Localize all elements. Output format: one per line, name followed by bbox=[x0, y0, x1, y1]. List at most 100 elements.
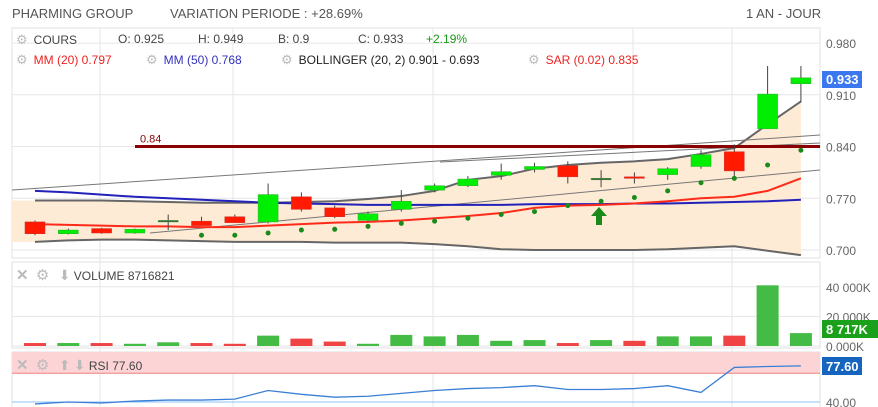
sar-dot bbox=[631, 195, 637, 201]
candle bbox=[224, 216, 246, 223]
sar-dot bbox=[265, 230, 271, 236]
high-value: H: 0.949 bbox=[198, 32, 244, 46]
volume-bar bbox=[656, 336, 679, 346]
low-value: B: 0.9 bbox=[278, 32, 310, 46]
candle bbox=[157, 220, 179, 223]
candle bbox=[391, 200, 412, 210]
candle bbox=[524, 166, 545, 170]
sar-dot bbox=[232, 232, 238, 238]
candle bbox=[490, 171, 512, 176]
candle bbox=[690, 154, 712, 167]
candle bbox=[124, 229, 146, 234]
volume-last-label: 8 717K bbox=[826, 322, 869, 337]
candle bbox=[91, 228, 112, 234]
sar-dot bbox=[532, 209, 537, 215]
volume-bar bbox=[290, 338, 313, 346]
sar-dot bbox=[432, 218, 438, 224]
candle bbox=[657, 168, 678, 175]
candle bbox=[557, 165, 579, 178]
close-icon[interactable]: ✕ bbox=[16, 357, 29, 374]
candle bbox=[291, 196, 312, 210]
volume-bar bbox=[390, 334, 413, 346]
candle bbox=[757, 93, 778, 130]
sar-dot bbox=[698, 180, 704, 186]
legend-row-2: ⚙ MM (20) 0.797 ⚙ MM (50) 0.768 ⚙ BOLLINGER… bbox=[16, 52, 638, 68]
candle bbox=[257, 194, 279, 223]
volume-bar bbox=[257, 335, 280, 346]
candle bbox=[58, 229, 79, 234]
sar-dot bbox=[398, 220, 404, 226]
volume-bar bbox=[523, 340, 546, 346]
legend-row-1: ⚙ COURS O: 0.925 H: 0.949 B: 0.9 C: 0.933… bbox=[16, 32, 467, 48]
sar-dot bbox=[565, 203, 571, 209]
last-price-label: 0.933 bbox=[826, 72, 859, 87]
y-tick-label: 0.000K bbox=[826, 340, 864, 354]
y-tick-label: 0.840 bbox=[826, 141, 856, 155]
move-down-icon[interactable]: ⬇ bbox=[74, 357, 86, 373]
volume-bar bbox=[157, 342, 180, 346]
candle bbox=[357, 213, 379, 221]
candle bbox=[724, 151, 745, 172]
mm20-settings-icon[interactable]: ⚙ bbox=[16, 52, 28, 67]
volume-legend: ✕ ⚙ ⬇ VOLUME 8716821 bbox=[16, 266, 175, 284]
volume-bar bbox=[590, 340, 613, 346]
candle bbox=[624, 176, 645, 179]
close-icon[interactable]: ✕ bbox=[16, 267, 29, 284]
volume-bar bbox=[423, 336, 446, 346]
bollinger-label: BOLLINGER (20, 2) 0.901 - 0.693 bbox=[298, 53, 480, 67]
change-value: +2.19% bbox=[426, 32, 468, 46]
volume-bar bbox=[90, 343, 113, 346]
rsi-settings-icon[interactable]: ⚙ bbox=[36, 357, 49, 374]
open-value: O: 0.925 bbox=[118, 32, 165, 46]
rsi-last-label: 77.60 bbox=[826, 359, 859, 374]
chart-widget: PHARMING GROUP VARIATION PERIODE : +28.6… bbox=[0, 0, 878, 407]
move-up-icon[interactable]: ⬆ bbox=[59, 357, 71, 373]
move-down-icon[interactable]: ⬇ bbox=[59, 267, 71, 283]
mm50-settings-icon[interactable]: ⚙ bbox=[146, 52, 158, 67]
candle bbox=[191, 220, 212, 226]
mm20-label: MM (20) 0.797 bbox=[33, 53, 112, 67]
rsi-legend: ✕ ⚙ ⬆ ⬇ RSI 77.60 bbox=[16, 356, 142, 374]
candle bbox=[790, 77, 812, 84]
sar-dot bbox=[332, 226, 338, 232]
mm50-label: MM (50) 0.768 bbox=[163, 53, 242, 67]
sar-dot bbox=[365, 223, 371, 229]
y-tick-label: 0.910 bbox=[826, 89, 856, 103]
volume-bar bbox=[723, 335, 746, 346]
cours-settings-icon[interactable]: ⚙ bbox=[16, 32, 28, 47]
sar-dot bbox=[298, 227, 304, 233]
rsi-value: 77.60 bbox=[112, 359, 143, 373]
volume-bar bbox=[57, 343, 80, 346]
rsi-title: RSI bbox=[88, 359, 109, 373]
volume-bar bbox=[490, 340, 513, 346]
volume-settings-icon[interactable]: ⚙ bbox=[36, 267, 49, 284]
y-tick-label: 40.00 bbox=[826, 396, 856, 407]
y-tick-label: 0.980 bbox=[826, 37, 856, 51]
support-label: 0.84 bbox=[140, 134, 161, 146]
cours-label: COURS bbox=[33, 33, 77, 47]
sar-dot bbox=[498, 212, 504, 218]
volume-bar bbox=[223, 343, 246, 346]
bollinger-settings-icon[interactable]: ⚙ bbox=[281, 52, 293, 67]
volume-bar bbox=[357, 343, 379, 346]
y-tick-label: 0.770 bbox=[826, 192, 856, 206]
candle bbox=[424, 185, 445, 191]
sar-dot bbox=[765, 162, 771, 168]
volume-bar bbox=[24, 343, 46, 346]
sar-dot bbox=[199, 232, 204, 238]
volume-title: VOLUME bbox=[73, 269, 125, 283]
y-tick-label: 40 000K bbox=[826, 281, 871, 295]
volume-bar bbox=[756, 285, 779, 346]
volume-bar bbox=[123, 343, 146, 346]
volume-bar bbox=[323, 341, 346, 346]
volume-bar bbox=[623, 340, 646, 346]
sar-dot bbox=[798, 147, 804, 153]
sar-settings-icon[interactable]: ⚙ bbox=[528, 52, 540, 67]
sar-label: SAR (0.02) 0.835 bbox=[545, 53, 639, 67]
candle bbox=[324, 207, 345, 217]
sar-dot bbox=[665, 188, 671, 194]
y-axes: 0.9800.9100.8400.7700.7000.93340 000K20 … bbox=[822, 37, 878, 407]
volume-bar bbox=[190, 343, 213, 346]
candle bbox=[457, 178, 479, 186]
volume-value: 8716821 bbox=[127, 269, 175, 283]
